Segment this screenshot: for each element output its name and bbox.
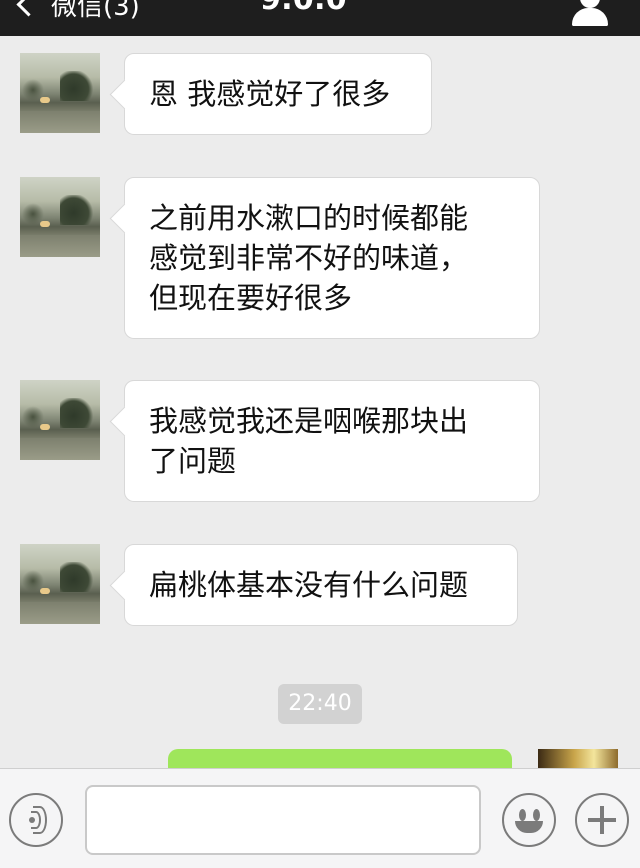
message-bubble[interactable]: 之前用水漱口的时候都能 感觉到非常不好的味道， 但现在要好很多 <box>124 177 540 339</box>
timestamp: 22:40 <box>278 684 362 724</box>
contact-avatar[interactable] <box>20 53 100 133</box>
user-profile-icon[interactable] <box>568 0 612 32</box>
message-bubble[interactable]: 扁桃体基本没有什么问题 <box>124 544 518 626</box>
chat-title: 9:0:0 <box>260 0 347 17</box>
contact-avatar[interactable] <box>20 544 100 624</box>
back-label: 微信(3) <box>51 0 140 22</box>
chevron-left-icon <box>16 0 41 17</box>
message-input[interactable] <box>85 785 481 855</box>
message-bubble[interactable]: 恩 我感觉好了很多 <box>124 53 432 135</box>
back-button[interactable]: 微信(3) <box>16 0 140 22</box>
contact-avatar[interactable] <box>20 177 100 257</box>
message-bubble[interactable]: 我感觉我还是咽喉那块出 了问题 <box>124 380 540 502</box>
input-bar <box>0 768 640 868</box>
title-bar: 微信(3) 9:0:0 <box>0 0 640 36</box>
contact-avatar[interactable] <box>20 380 100 460</box>
voice-input-icon[interactable] <box>9 793 63 847</box>
emoji-icon[interactable] <box>502 793 556 847</box>
plus-icon[interactable] <box>575 793 629 847</box>
